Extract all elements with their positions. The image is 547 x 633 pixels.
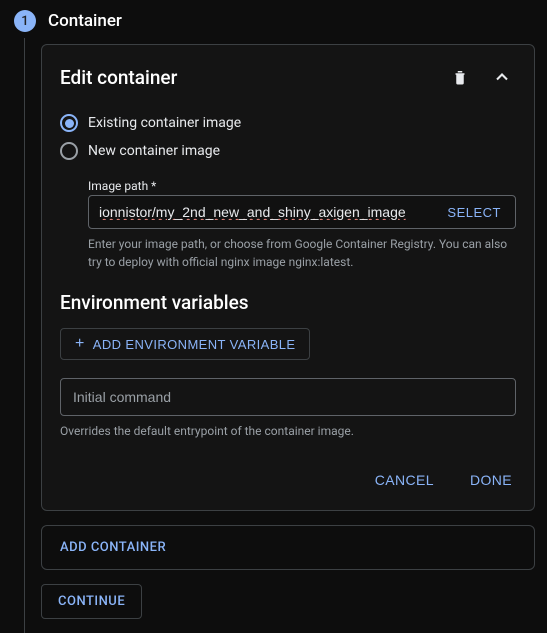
step-header: 1 Container	[0, 0, 547, 38]
cancel-button[interactable]: CANCEL	[371, 466, 438, 494]
done-button[interactable]: DONE	[466, 466, 516, 494]
card-actions: CANCEL DONE	[60, 466, 516, 494]
image-path-input-row: SELECT	[88, 195, 516, 229]
radio-new-image[interactable]: New container image	[60, 137, 516, 165]
delete-icon[interactable]	[446, 63, 474, 91]
continue-button[interactable]: CONTINUE	[41, 584, 142, 619]
env-vars-title: Environment variables	[60, 291, 516, 314]
image-path-helper: Enter your image path, or choose from Go…	[88, 235, 516, 271]
add-env-var-label: ADD ENVIRONMENT VARIABLE	[93, 337, 296, 352]
step-number-badge: 1	[14, 10, 36, 32]
image-path-label: Image path *	[88, 179, 516, 193]
initial-command-helper: Overrides the default entrypoint of the …	[60, 422, 516, 440]
step-title: Container	[48, 11, 122, 31]
radio-label: Existing container image	[88, 115, 241, 131]
edit-container-card: Edit container Existing container image …	[41, 44, 535, 511]
card-title: Edit container	[60, 66, 432, 89]
image-path-section: Image path * SELECT Enter your image pat…	[60, 179, 516, 271]
add-container-button[interactable]: ADD CONTAINER	[41, 525, 535, 570]
initial-command-input[interactable]	[61, 379, 515, 415]
select-image-button[interactable]: SELECT	[433, 196, 515, 228]
image-source-radio-group: Existing container image New container i…	[60, 109, 516, 165]
add-env-var-button[interactable]: + ADD ENVIRONMENT VARIABLE	[60, 328, 310, 360]
radio-icon	[60, 114, 78, 132]
initial-command-wrap	[60, 378, 516, 416]
collapse-icon[interactable]	[488, 63, 516, 91]
radio-icon	[60, 142, 78, 160]
plus-icon: +	[75, 336, 85, 352]
image-path-input[interactable]	[89, 196, 433, 228]
radio-existing-image[interactable]: Existing container image	[60, 109, 516, 137]
card-header: Edit container	[60, 63, 516, 91]
step-body: Edit container Existing container image …	[24, 38, 547, 633]
radio-label: New container image	[88, 143, 220, 159]
